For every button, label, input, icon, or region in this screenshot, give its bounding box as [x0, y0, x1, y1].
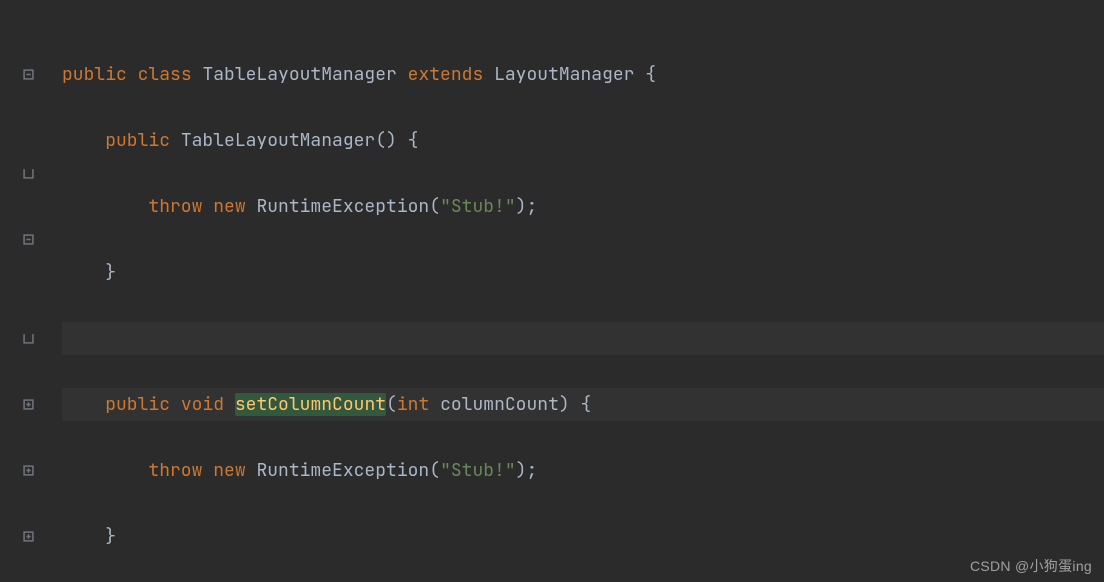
code-line: }	[62, 520, 1104, 553]
fold-end-icon	[0, 322, 40, 355]
fold-expand-icon[interactable]	[0, 388, 40, 421]
gutter-blank	[0, 487, 40, 520]
gutter	[0, 0, 40, 582]
gutter-blank	[0, 289, 40, 322]
code-editor[interactable]: public class TableLayoutManager extends …	[0, 0, 1104, 582]
fold-collapse-icon[interactable]	[0, 223, 40, 256]
gutter-blank	[0, 190, 40, 223]
code-line: public class TableLayoutManager extends …	[62, 58, 1104, 91]
code-line	[62, 322, 1104, 355]
code-line: }	[62, 256, 1104, 289]
gutter-blank	[0, 355, 40, 388]
fold-collapse-icon[interactable]	[0, 58, 40, 91]
gutter-blank	[0, 124, 40, 157]
code-line: throw new RuntimeException("Stub!");	[62, 454, 1104, 487]
code-line: public TableLayoutManager() {	[62, 124, 1104, 157]
gutter-blank	[0, 91, 40, 124]
gutter-blank	[0, 256, 40, 289]
fold-expand-icon[interactable]	[0, 454, 40, 487]
fold-end-icon	[0, 157, 40, 190]
gutter-blank	[0, 553, 40, 582]
code-line-current: public void setColumnCount(int columnCou…	[62, 388, 1104, 421]
code-line: throw new RuntimeException("Stub!");	[62, 190, 1104, 223]
watermark-text: CSDN @小狗蛋ing	[970, 556, 1092, 576]
fold-expand-icon[interactable]	[0, 520, 40, 553]
code-area[interactable]: public class TableLayoutManager extends …	[40, 0, 1104, 582]
gutter-blank	[0, 421, 40, 454]
gutter-blank	[0, 25, 40, 58]
